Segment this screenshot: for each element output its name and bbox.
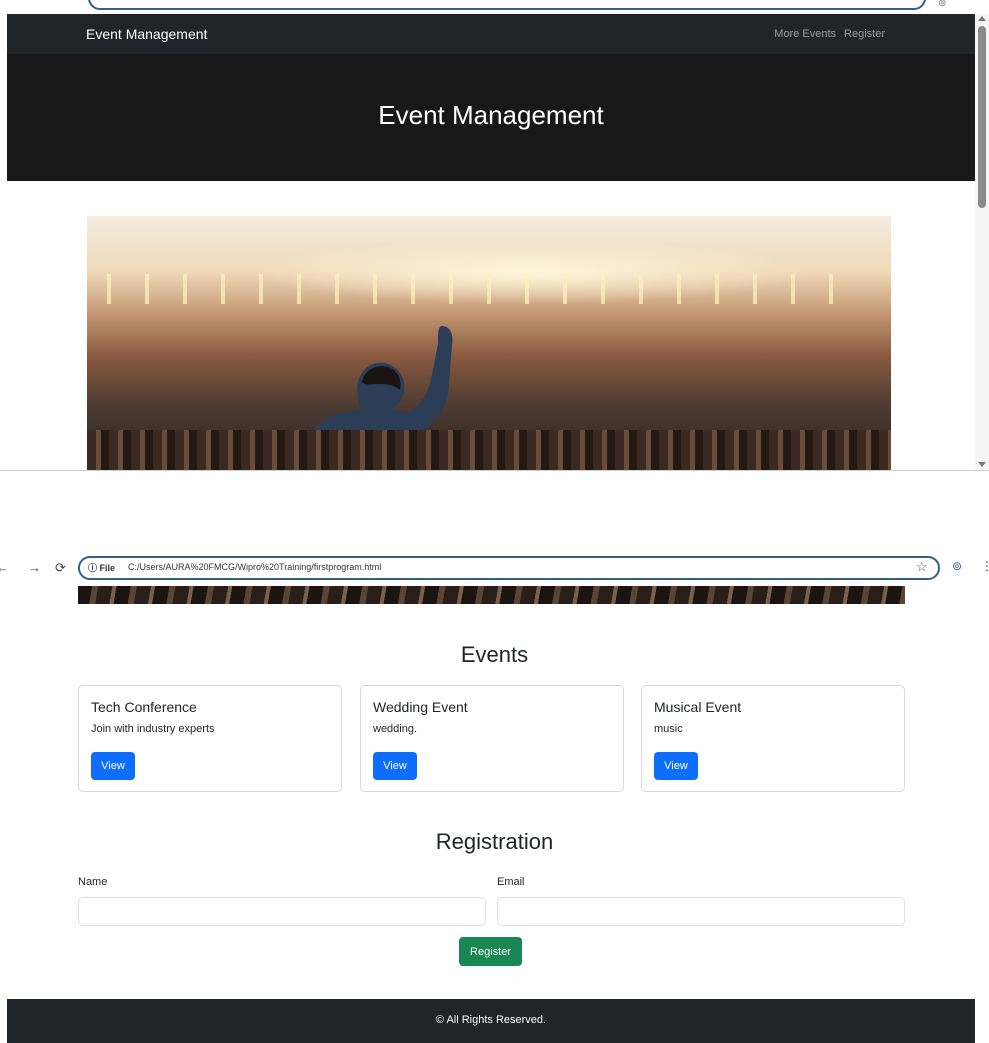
browser-toolbar: ← → ⟳ ⓘ File C:/Users/AURA%20FMCG/Wipro%… (0, 550, 989, 584)
events-heading: Events (460, 642, 529, 667)
navbar: Event Management More Events Register (7, 14, 975, 54)
email-input[interactable] (497, 897, 905, 926)
card-text: Join with industry experts (91, 723, 215, 735)
name-input[interactable] (78, 897, 486, 926)
card-text: music (654, 723, 683, 735)
page-viewport-top: Event Management More Events Register Ev… (7, 14, 975, 470)
ceiling-lights (107, 274, 867, 304)
event-card-wedding: Wedding Event wedding. View (360, 685, 624, 792)
register-button[interactable]: Register (459, 937, 522, 966)
navbar-brand[interactable]: Event Management (86, 26, 207, 42)
divider (0, 470, 989, 471)
address-bar[interactable]: ⓘ File C:/Users/AURA%20FMCG/Wipro%20Trai… (78, 556, 940, 580)
card-title: Wedding Event (373, 699, 468, 715)
address-url: C:/Users/AURA%20FMCG/Wipro%20Training/fi… (128, 562, 382, 572)
back-arrow-icon[interactable]: ← (0, 560, 9, 575)
hero-section: Event Management (7, 54, 975, 181)
scroll-up-arrow-icon[interactable] (978, 16, 986, 21)
view-button-musical[interactable]: View (654, 752, 698, 780)
event-banner-image-bottom (78, 586, 905, 604)
scroll-down-arrow-icon[interactable] (978, 462, 986, 467)
site-info-label: File (99, 563, 116, 573)
browser-menu-icon[interactable]: ⋮ (981, 559, 989, 573)
hero-title: Event Management (378, 100, 604, 130)
site-info-chip[interactable]: ⓘ File (88, 561, 115, 574)
profile-icon[interactable]: ⊚ (952, 559, 962, 573)
card-title: Musical Event (654, 699, 742, 715)
nav-link-register[interactable]: Register (844, 28, 885, 40)
view-button-wedding[interactable]: View (373, 752, 417, 780)
scrollbar-thumb[interactable] (978, 26, 986, 208)
navbar-links: More Events Register (774, 28, 885, 40)
name-label: Name (78, 876, 108, 888)
reload-icon[interactable]: ⟳ (55, 560, 66, 576)
card-title: Tech Conference (91, 699, 197, 715)
footer: © All Rights Reserved. (7, 999, 975, 1043)
footer-copyright: © All Rights Reserved. (435, 1014, 547, 1026)
profile-icon-partial[interactable]: ⊚ (938, 0, 946, 9)
forward-arrow-icon[interactable]: → (28, 560, 41, 575)
nav-link-more-events[interactable]: More Events (774, 28, 836, 40)
view-button-tech-conference[interactable]: View (91, 752, 135, 780)
event-card-tech-conference: Tech Conference Join with industry exper… (78, 685, 342, 792)
registration-heading: Registration (435, 829, 554, 854)
scrollbar[interactable] (975, 14, 989, 470)
event-card-musical: Musical Event music View (641, 685, 905, 792)
screenshot-page-bottom: ← → ⟳ ⓘ File C:/Users/AURA%20FMCG/Wipro%… (0, 550, 989, 1043)
email-label: Email (497, 876, 525, 888)
screenshot-page-top: ⊚ Event Management More Events Register … (0, 0, 989, 472)
address-bar-partial[interactable] (88, 0, 926, 10)
audience-crowd (87, 430, 891, 470)
card-text: wedding. (373, 723, 418, 735)
info-icon: ⓘ (88, 563, 98, 573)
event-banner-image (87, 216, 891, 470)
bookmark-star-icon[interactable]: ☆ (916, 559, 928, 575)
